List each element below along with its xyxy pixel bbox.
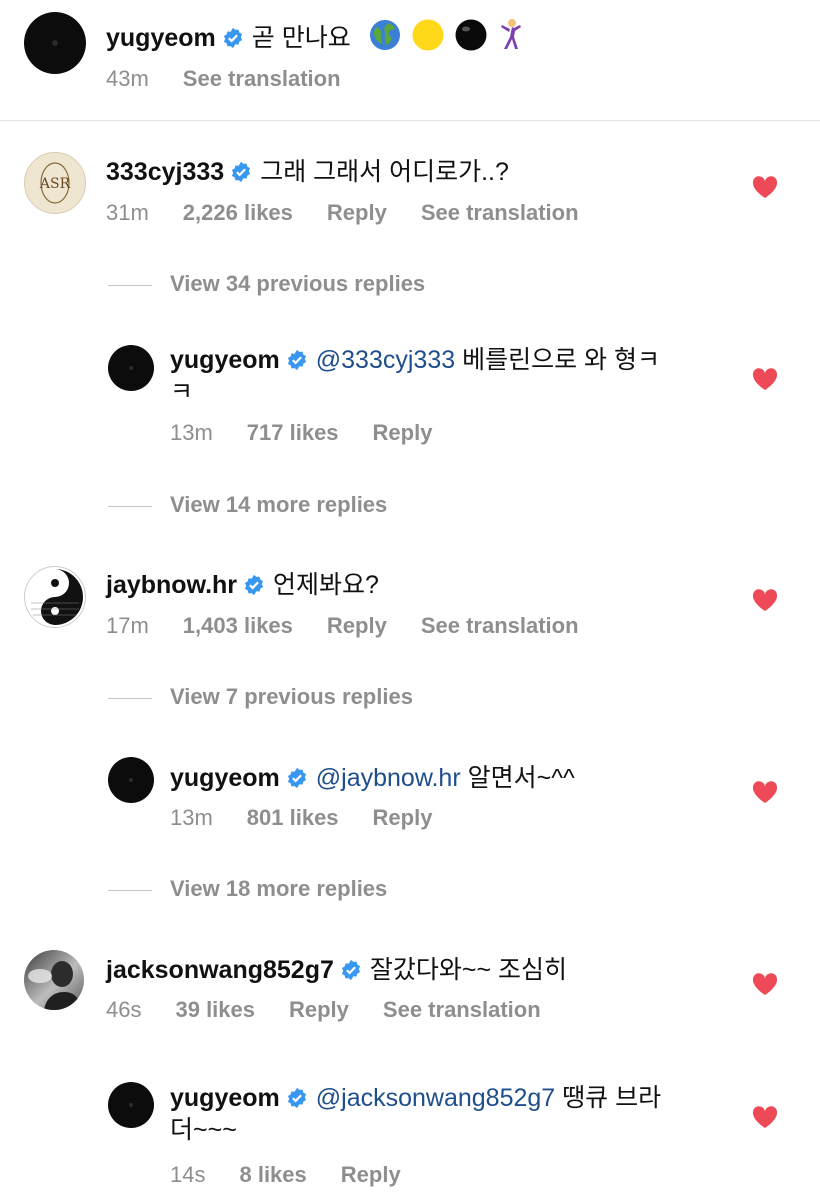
verified-badge-icon (287, 1087, 306, 1109)
thread-line (108, 505, 152, 507)
caption-meta: 43m See translation (106, 66, 375, 92)
mention-link[interactable]: @333cyj333 (316, 346, 455, 374)
thread-line (108, 697, 152, 699)
timestamp: 14s (170, 1162, 206, 1187)
thread-line (108, 889, 152, 891)
username[interactable]: yugyeom (170, 346, 280, 374)
view-previous-label: View 7 previous replies (170, 684, 413, 709)
heart-icon[interactable] (752, 972, 778, 996)
view-more-label: View 14 more replies (170, 492, 388, 517)
view-more-label: View 18 more replies (170, 876, 388, 901)
avatar[interactable] (24, 12, 86, 74)
username[interactable]: jacksonwang852g7 (106, 956, 334, 984)
verified-badge-icon (232, 161, 251, 183)
timestamp: 43m (106, 66, 149, 91)
timestamp: 31m (106, 200, 149, 225)
heart-icon[interactable] (752, 1105, 778, 1129)
username[interactable]: 333cyj333 (106, 158, 224, 186)
reply-button[interactable]: Reply (289, 997, 349, 1022)
likes-count[interactable]: 39 likes (175, 997, 255, 1022)
reply-text: 땡큐 브라 (562, 1084, 662, 1112)
avatar[interactable] (24, 566, 86, 628)
verified-badge-icon (223, 27, 242, 49)
likes-count[interactable]: 717 likes (247, 420, 339, 445)
likes-count[interactable]: 801 likes (247, 805, 339, 830)
verified-badge-icon (341, 959, 360, 981)
mention-link[interactable]: @jacksonwang852g7 (316, 1084, 555, 1112)
reply-meta: 14s 8 likes Reply (170, 1162, 435, 1188)
mention-link[interactable]: @jaybnow.hr (316, 764, 461, 792)
timestamp: 46s (106, 997, 142, 1022)
comment-text: 언제봐요? (273, 571, 379, 599)
likes-count[interactable]: 1,403 likes (183, 613, 293, 638)
comment-row: jacksonwang852g7 잘갔다와~~ 조심히 (106, 950, 567, 986)
view-more-replies[interactable]: View 14 more replies (108, 492, 387, 518)
view-previous-replies[interactable]: View 34 previous replies (108, 271, 425, 297)
see-translation-link[interactable]: See translation (383, 997, 541, 1022)
username[interactable]: yugyeom (106, 24, 216, 52)
verified-badge-icon (287, 349, 306, 371)
username[interactable]: yugyeom (170, 1084, 280, 1112)
heart-icon[interactable] (752, 367, 778, 391)
reply-row: yugyeom @333cyj333 베를린으로 와 형ㅋ ㅋ (170, 344, 660, 408)
yellow-circle-icon (412, 19, 444, 51)
reply-button[interactable]: Reply (373, 805, 433, 830)
username[interactable]: yugyeom (170, 764, 280, 792)
verified-badge-icon (244, 574, 264, 596)
reply-text-line2: ㅋ (170, 378, 194, 406)
comment-row: jaybnow.hr 언제봐요? (106, 565, 379, 601)
likes-count[interactable]: 8 likes (239, 1162, 306, 1187)
reply-meta: 13m 717 likes Reply (170, 420, 466, 446)
reply-row: yugyeom @jaybnow.hr 알면서~^^ (170, 758, 575, 794)
dancer-icon (500, 19, 521, 49)
heart-icon[interactable] (752, 588, 778, 612)
reply-button[interactable]: Reply (373, 420, 433, 445)
avatar[interactable] (108, 1082, 154, 1128)
see-translation-link[interactable]: See translation (421, 200, 579, 225)
view-previous-replies[interactable]: View 7 previous replies (108, 684, 413, 710)
yin-yang-icon (27, 569, 83, 625)
thread-line (108, 284, 152, 286)
comment-text: 그래 그래서 어디로가..? (260, 158, 509, 186)
view-more-replies[interactable]: View 18 more replies (108, 876, 387, 902)
heart-icon[interactable] (752, 175, 778, 199)
timestamp: 13m (170, 420, 213, 445)
reply-button[interactable]: Reply (327, 613, 387, 638)
username[interactable]: jaybnow.hr (106, 571, 237, 599)
avatar[interactable]: ASR (24, 152, 86, 214)
comment-meta: 17m 1,403 likes Reply See translation (106, 613, 613, 639)
see-translation-link[interactable]: See translation (421, 613, 579, 638)
avatar[interactable] (108, 757, 154, 803)
reply-text: 알면서~^^ (467, 764, 575, 792)
globe-icon (369, 20, 400, 50)
svg-text:ASR: ASR (39, 176, 71, 192)
divider (0, 120, 820, 121)
reply-text: 베를린으로 와 형ㅋ (462, 346, 660, 374)
verified-badge-icon (287, 767, 306, 789)
comment-meta: 46s 39 likes Reply See translation (106, 997, 575, 1023)
comment-text: 잘갔다와~~ 조심히 (369, 956, 568, 984)
reply-button[interactable]: Reply (341, 1162, 401, 1187)
likes-count[interactable]: 2,226 likes (183, 200, 293, 225)
caption-row: yugyeom 곧 만나요 (106, 18, 527, 54)
see-translation-link[interactable]: See translation (183, 66, 341, 91)
view-previous-label: View 34 previous replies (170, 271, 426, 296)
reply-text-line2: 더~~~ (170, 1116, 237, 1144)
monogram-logo-icon: ASR (39, 162, 71, 204)
caption-text: 곧 만나요 (251, 24, 351, 52)
comment-meta: 31m 2,226 likes Reply See translation (106, 200, 613, 226)
timestamp: 17m (106, 613, 149, 638)
reply-row: yugyeom @jacksonwang852g7 땡큐 브라 더~~~ (170, 1082, 661, 1146)
reply-button[interactable]: Reply (327, 200, 387, 225)
profile-photo-icon (28, 961, 82, 1010)
timestamp: 13m (170, 805, 213, 830)
avatar[interactable] (108, 345, 154, 391)
black-circle-icon (455, 19, 487, 51)
heart-icon[interactable] (752, 780, 778, 804)
comment-row: 333cyj333 그래 그래서 어디로가..? (106, 152, 509, 188)
reply-meta: 13m 801 likes Reply (170, 805, 466, 831)
avatar[interactable] (24, 950, 84, 1010)
